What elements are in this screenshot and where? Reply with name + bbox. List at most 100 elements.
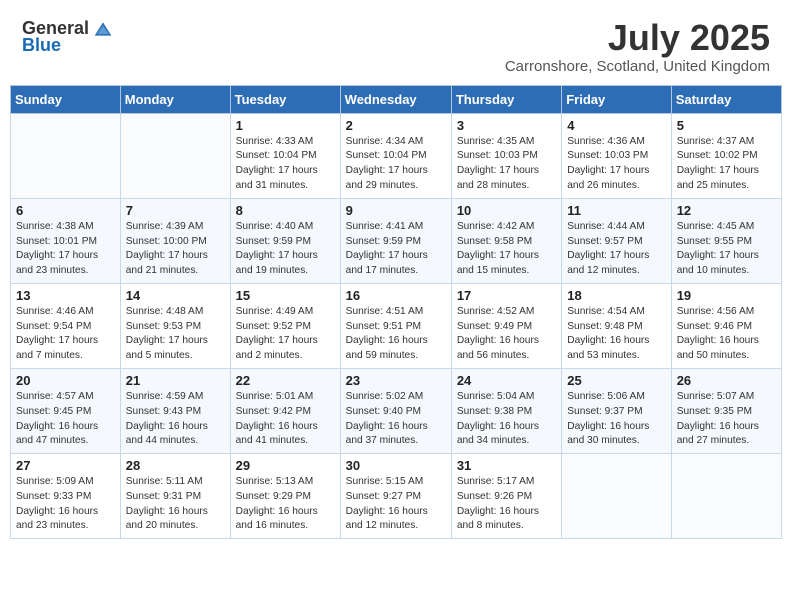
calendar-cell: 21 Sunrise: 4:59 AMSunset: 9:43 PMDayligh…	[120, 368, 230, 453]
calendar-cell: 12 Sunrise: 4:45 AMSunset: 9:55 PMDayligh…	[671, 198, 781, 283]
weekday-header: Monday	[120, 85, 230, 113]
cell-text: Sunrise: 5:07 AMSunset: 9:35 PMDaylight:…	[677, 390, 776, 449]
cell-text: Sunrise: 5:15 AMSunset: 9:27 PMDaylight:…	[346, 475, 446, 534]
calendar-table: SundayMondayTuesdayWednesdayThursdayFrid…	[10, 85, 782, 540]
cell-text: Sunrise: 5:09 AMSunset: 9:33 PMDaylight:…	[16, 475, 115, 534]
calendar-cell: 1Sunrise: 4:33 AMSunset: 10:04 PMDayligh…	[230, 113, 340, 198]
day-number: 14	[126, 288, 225, 303]
calendar-cell: 19 Sunrise: 4:56 AMSunset: 9:46 PMDayligh…	[671, 283, 781, 368]
calendar-cell: 16 Sunrise: 4:51 AMSunset: 9:51 PMDayligh…	[340, 283, 451, 368]
calendar-week-row: 1Sunrise: 4:33 AMSunset: 10:04 PMDayligh…	[11, 113, 782, 198]
calendar-cell: 22 Sunrise: 5:01 AMSunset: 9:42 PMDayligh…	[230, 368, 340, 453]
cell-text: Sunrise: 4:39 AMSunset: 10:00 PMDaylight…	[126, 220, 225, 279]
weekday-header: Thursday	[451, 85, 561, 113]
title-block: July 2025 Carronshore, Scotland, United …	[505, 18, 770, 75]
day-number: 25	[567, 373, 665, 388]
day-number: 13	[16, 288, 115, 303]
month-title: July 2025	[505, 18, 770, 58]
cell-text: Sunrise: 4:56 AMSunset: 9:46 PMDaylight:…	[677, 305, 776, 364]
calendar-cell: 2Sunrise: 4:34 AMSunset: 10:04 PMDayligh…	[340, 113, 451, 198]
calendar-header-row: SundayMondayTuesdayWednesdayThursdayFrid…	[11, 85, 782, 113]
calendar-cell: 24 Sunrise: 5:04 AMSunset: 9:38 PMDayligh…	[451, 368, 561, 453]
cell-text: Sunrise: 5:04 AMSunset: 9:38 PMDaylight:…	[457, 390, 556, 449]
weekday-header: Friday	[562, 85, 671, 113]
calendar-cell: 29 Sunrise: 5:13 AMSunset: 9:29 PMDayligh…	[230, 454, 340, 539]
calendar-cell: 25 Sunrise: 5:06 AMSunset: 9:37 PMDayligh…	[562, 368, 671, 453]
cell-text: Sunrise: 4:54 AMSunset: 9:48 PMDaylight:…	[567, 305, 665, 364]
calendar-cell: 8Sunrise: 4:40 AMSunset: 9:59 PMDaylight…	[230, 198, 340, 283]
day-number: 12	[677, 203, 776, 218]
day-number: 18	[567, 288, 665, 303]
day-number: 21	[126, 373, 225, 388]
calendar-week-row: 27Sunrise: 5:09 AMSunset: 9:33 PMDayligh…	[11, 454, 782, 539]
cell-text: Sunrise: 4:46 AMSunset: 9:54 PMDaylight:…	[16, 305, 115, 364]
day-number: 3	[457, 118, 556, 133]
day-number: 26	[677, 373, 776, 388]
day-number: 8	[236, 203, 335, 218]
day-number: 11	[567, 203, 665, 218]
calendar-week-row: 13 Sunrise: 4:46 AMSunset: 9:54 PMDayligh…	[11, 283, 782, 368]
calendar-week-row: 6Sunrise: 4:38 AMSunset: 10:01 PMDayligh…	[11, 198, 782, 283]
calendar-cell: 31 Sunrise: 5:17 AMSunset: 9:26 PMDayligh…	[451, 454, 561, 539]
calendar-cell	[671, 454, 781, 539]
calendar-cell: 15 Sunrise: 4:49 AMSunset: 9:52 PMDayligh…	[230, 283, 340, 368]
logo-blue: Blue	[22, 35, 61, 56]
calendar-cell: 11 Sunrise: 4:44 AMSunset: 9:57 PMDayligh…	[562, 198, 671, 283]
day-number: 16	[346, 288, 446, 303]
weekday-header: Sunday	[11, 85, 121, 113]
location-title: Carronshore, Scotland, United Kingdom	[505, 58, 770, 75]
calendar-cell: 13 Sunrise: 4:46 AMSunset: 9:54 PMDayligh…	[11, 283, 121, 368]
day-number: 4	[567, 118, 665, 133]
weekday-header: Saturday	[671, 85, 781, 113]
calendar-cell: 17 Sunrise: 4:52 AMSunset: 9:49 PMDayligh…	[451, 283, 561, 368]
day-number: 31	[457, 458, 556, 473]
cell-text: Sunrise: 4:38 AMSunset: 10:01 PMDaylight…	[16, 220, 115, 279]
day-number: 7	[126, 203, 225, 218]
cell-text: Sunrise: 4:41 AMSunset: 9:59 PMDaylight:…	[346, 220, 446, 279]
calendar-cell: 14 Sunrise: 4:48 AMSunset: 9:53 PMDayligh…	[120, 283, 230, 368]
cell-text: Sunrise: 4:44 AMSunset: 9:57 PMDaylight:…	[567, 220, 665, 279]
cell-text: Sunrise: 4:51 AMSunset: 9:51 PMDaylight:…	[346, 305, 446, 364]
cell-text: Sunrise: 4:49 AMSunset: 9:52 PMDaylight:…	[236, 305, 335, 364]
calendar-cell: 3 Sunrise: 4:35 AMSunset: 10:03 PMDayligh…	[451, 113, 561, 198]
day-number: 20	[16, 373, 115, 388]
calendar-cell: 7 Sunrise: 4:39 AMSunset: 10:00 PMDayligh…	[120, 198, 230, 283]
cell-text: Sunrise: 5:01 AMSunset: 9:42 PMDaylight:…	[236, 390, 335, 449]
day-number: 15	[236, 288, 335, 303]
cell-text: Sunrise: 4:45 AMSunset: 9:55 PMDaylight:…	[677, 220, 776, 279]
cell-text: Sunrise: 5:13 AMSunset: 9:29 PMDaylight:…	[236, 475, 335, 534]
weekday-header: Wednesday	[340, 85, 451, 113]
calendar-cell: 10Sunrise: 4:42 AMSunset: 9:58 PMDayligh…	[451, 198, 561, 283]
day-number: 5	[677, 118, 776, 133]
day-number: 17	[457, 288, 556, 303]
day-number: 22	[236, 373, 335, 388]
calendar-cell: 30Sunrise: 5:15 AMSunset: 9:27 PMDayligh…	[340, 454, 451, 539]
calendar-cell: 4 Sunrise: 4:36 AMSunset: 10:03 PMDayligh…	[562, 113, 671, 198]
day-number: 24	[457, 373, 556, 388]
cell-text: Sunrise: 4:35 AMSunset: 10:03 PMDaylight…	[457, 135, 556, 194]
calendar-cell: 20Sunrise: 4:57 AMSunset: 9:45 PMDayligh…	[11, 368, 121, 453]
calendar-cell: 27Sunrise: 5:09 AMSunset: 9:33 PMDayligh…	[11, 454, 121, 539]
cell-text: Sunrise: 5:06 AMSunset: 9:37 PMDaylight:…	[567, 390, 665, 449]
day-number: 10	[457, 203, 556, 218]
page-header: General Blue July 2025 Carronshore, Scot…	[10, 10, 782, 79]
calendar-cell	[11, 113, 121, 198]
calendar-cell	[562, 454, 671, 539]
day-number: 29	[236, 458, 335, 473]
calendar-cell	[120, 113, 230, 198]
cell-text: Sunrise: 4:34 AMSunset: 10:04 PMDaylight…	[346, 135, 446, 194]
day-number: 19	[677, 288, 776, 303]
day-number: 28	[126, 458, 225, 473]
cell-text: Sunrise: 4:37 AMSunset: 10:02 PMDaylight…	[677, 135, 776, 194]
cell-text: Sunrise: 5:11 AMSunset: 9:31 PMDaylight:…	[126, 475, 225, 534]
cell-text: Sunrise: 5:17 AMSunset: 9:26 PMDaylight:…	[457, 475, 556, 534]
cell-text: Sunrise: 4:36 AMSunset: 10:03 PMDaylight…	[567, 135, 665, 194]
calendar-cell: 18 Sunrise: 4:54 AMSunset: 9:48 PMDayligh…	[562, 283, 671, 368]
day-number: 23	[346, 373, 446, 388]
weekday-header: Tuesday	[230, 85, 340, 113]
calendar-week-row: 20Sunrise: 4:57 AMSunset: 9:45 PMDayligh…	[11, 368, 782, 453]
cell-text: Sunrise: 4:59 AMSunset: 9:43 PMDaylight:…	[126, 390, 225, 449]
cell-text: Sunrise: 4:48 AMSunset: 9:53 PMDaylight:…	[126, 305, 225, 364]
cell-text: Sunrise: 4:52 AMSunset: 9:49 PMDaylight:…	[457, 305, 556, 364]
calendar-cell: 26 Sunrise: 5:07 AMSunset: 9:35 PMDayligh…	[671, 368, 781, 453]
